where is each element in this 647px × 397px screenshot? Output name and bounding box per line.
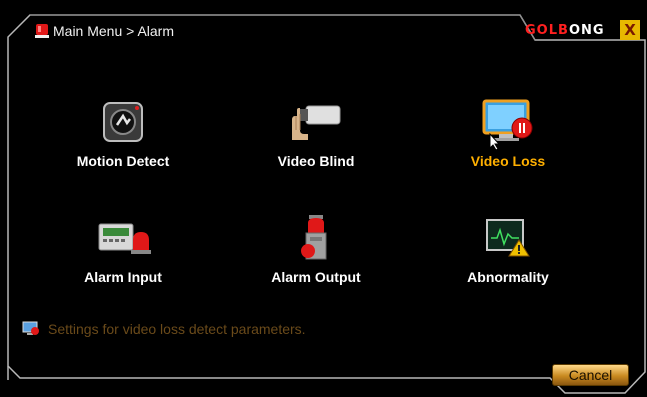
alarm-output-icon <box>286 213 346 263</box>
video-loss-icon <box>478 97 538 147</box>
status-row: Settings for video loss detect parameter… <box>22 321 306 337</box>
menu-item-abnormality[interactable]: Abnormality <box>428 213 588 303</box>
menu-label: Alarm Output <box>271 269 361 285</box>
menu-item-video-blind[interactable]: Video Blind <box>236 97 396 187</box>
alarm-bell-icon <box>35 24 49 38</box>
status-text: Settings for video loss detect parameter… <box>48 321 306 337</box>
alarm-input-icon <box>93 213 153 263</box>
window-title: Main Menu > Alarm <box>53 23 174 39</box>
brand-logo: GOLBONG <box>525 23 605 38</box>
cancel-button[interactable]: Cancel <box>552 364 629 386</box>
window-frame <box>7 14 646 394</box>
mouse-cursor-icon <box>489 133 501 151</box>
menu-label: Abnormality <box>467 269 549 285</box>
title-bar: Main Menu > Alarm <box>35 20 174 42</box>
menu-item-alarm-input[interactable]: Alarm Input <box>43 213 203 303</box>
menu-item-video-loss[interactable]: Video Loss <box>428 97 588 187</box>
abnormality-icon <box>478 213 538 263</box>
menu-label: Alarm Input <box>84 269 162 285</box>
menu-label: Video Blind <box>277 153 355 169</box>
motion-detect-icon <box>93 97 153 147</box>
menu-label: Video Loss <box>470 153 546 169</box>
help-monitor-icon <box>22 321 39 335</box>
close-button[interactable]: X <box>620 20 640 40</box>
video-blind-icon <box>286 97 346 147</box>
close-icon: X <box>624 21 636 39</box>
menu-item-alarm-output[interactable]: Alarm Output <box>236 213 396 303</box>
menu-item-motion-detect[interactable]: Motion Detect <box>43 97 203 187</box>
menu-label: Motion Detect <box>76 153 170 169</box>
